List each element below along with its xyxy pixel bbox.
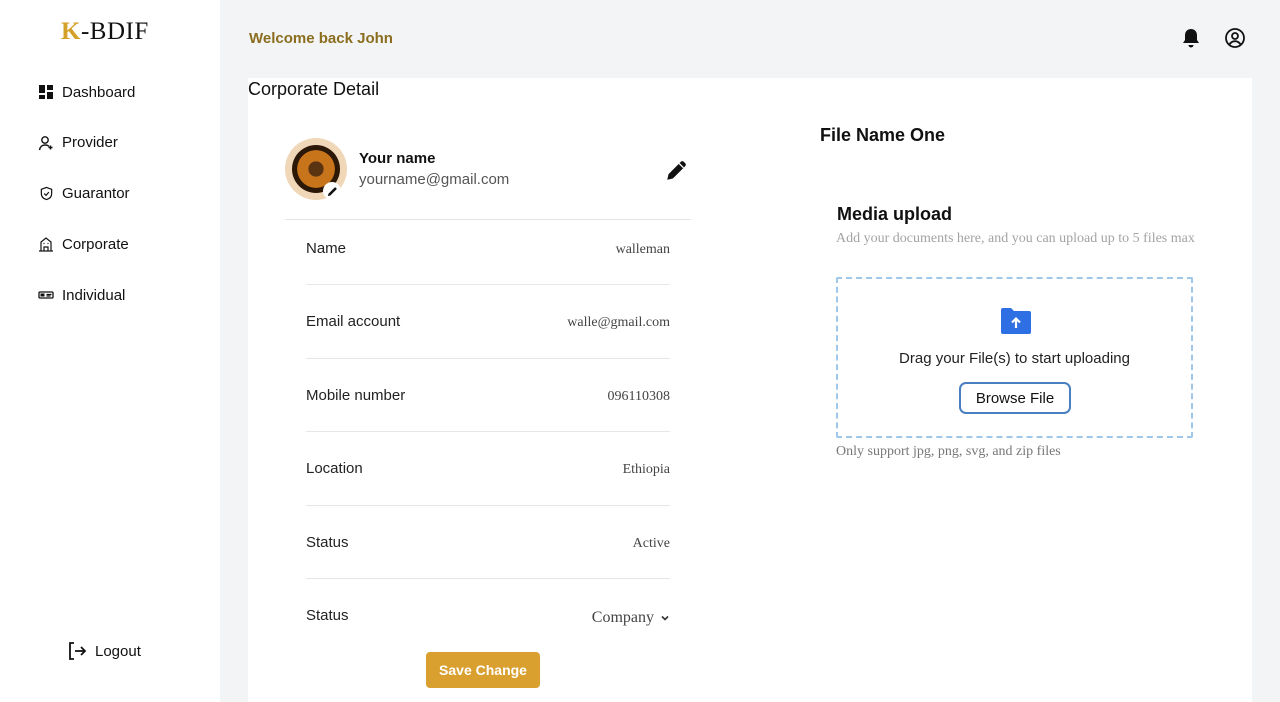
profile-name: Your name	[359, 150, 436, 167]
shield-check-icon	[38, 186, 54, 202]
sidebar-item-guarantor[interactable]: Guarantor	[38, 182, 135, 206]
field-row-location: Location Ethiopia	[306, 432, 670, 506]
detail-fields: Name walleman Email account walle@gmail.…	[306, 212, 670, 652]
sidebar-nav: Dashboard Provider Guarantor Corporate I…	[38, 80, 135, 334]
media-upload-subtitle: Add your documents here, and you can upl…	[836, 231, 1195, 246]
sidebar-item-label: Dashboard	[62, 83, 136, 101]
save-change-button[interactable]: Save Change	[426, 652, 540, 688]
field-label: Name	[306, 240, 347, 257]
folder-upload-icon	[1000, 306, 1032, 336]
field-value: 096110308	[607, 388, 670, 404]
user-circle-icon[interactable]	[1224, 27, 1246, 49]
field-row-name: Name walleman	[306, 212, 670, 286]
field-label: Status	[306, 606, 349, 624]
sidebar-item-label: Individual	[62, 286, 126, 304]
field-row-status: Status Active	[306, 506, 670, 579]
edit-profile-icon[interactable]	[664, 157, 690, 183]
app-logo[interactable]: K-BDIF	[61, 18, 153, 46]
id-card-icon	[38, 287, 54, 303]
status-type-select[interactable]: Company	[592, 609, 670, 627]
sidebar-item-provider[interactable]: Provider	[38, 131, 135, 155]
building-icon	[38, 236, 54, 252]
profile-email: yourname@gmail.com	[359, 171, 510, 188]
page-title: Corporate Detail	[248, 79, 380, 99]
status-type-value: Company	[591, 608, 654, 626]
drag-instruction: Drag your File(s) to start uploading	[899, 350, 1130, 367]
file-dropzone[interactable]: Drag your File(s) to start uploading Bro…	[836, 277, 1193, 438]
field-row-mobile: Mobile number 096110308	[306, 359, 670, 433]
user-plus-icon	[38, 135, 54, 151]
bell-icon[interactable]	[1181, 27, 1201, 49]
field-label: Status	[306, 533, 349, 551]
field-label: Location	[306, 460, 363, 478]
dashboard-icon	[38, 84, 54, 100]
sidebar-item-label: Corporate	[62, 235, 129, 253]
supported-formats: Only support jpg, png, svg, and zip file…	[836, 444, 1061, 459]
browse-file-button[interactable]: Browse File	[959, 382, 1071, 414]
field-value: Active	[632, 535, 670, 551]
sidebar-item-dashboard[interactable]: Dashboard	[38, 80, 135, 104]
logout-button[interactable]: Logout	[66, 640, 141, 662]
field-value: walle@gmail.com	[567, 315, 670, 331]
edit-avatar-icon[interactable]	[323, 182, 341, 200]
welcome-message: Welcome back John	[249, 30, 393, 47]
field-row-email: Email account walle@gmail.com	[306, 285, 670, 359]
logout-icon	[66, 640, 88, 662]
sidebar-item-corporate[interactable]: Corporate	[38, 232, 135, 256]
sidebar: K-BDIF Dashboard Provider Guarantor Corp…	[0, 0, 220, 702]
file-name-heading: File Name One	[820, 125, 946, 145]
media-upload-title: Media upload	[837, 204, 953, 224]
logout-label: Logout	[95, 642, 141, 660]
field-value: Ethiopia	[622, 462, 670, 478]
sidebar-item-label: Provider	[62, 134, 118, 152]
field-label: Email account	[306, 313, 401, 331]
chevron-down-icon	[661, 615, 669, 621]
sidebar-item-label: Guarantor	[62, 185, 130, 203]
field-row-status-type: Status Company	[306, 579, 670, 652]
field-label: Mobile number	[306, 386, 406, 404]
field-value: walleman	[615, 242, 670, 257]
sidebar-item-individual[interactable]: Individual	[38, 283, 135, 307]
